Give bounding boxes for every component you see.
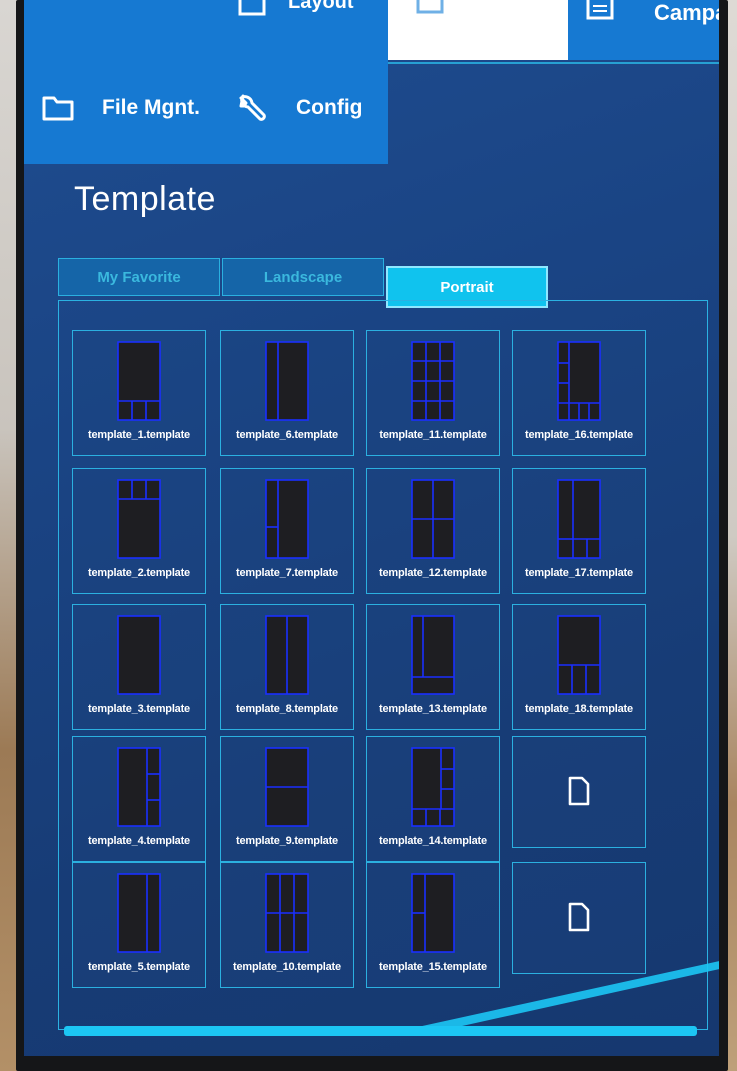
template-thumbnail: [411, 747, 455, 827]
template-thumbnail: [265, 341, 309, 421]
template-label: template_18.template: [525, 703, 633, 715]
template-tile[interactable]: template_18.template: [512, 604, 646, 730]
template-tile[interactable]: template_17.template: [512, 468, 646, 594]
nav-item-campaign[interactable]: Campaign: [568, 0, 719, 60]
template-thumbnail: [557, 341, 601, 421]
template-tile[interactable]: template_16.template: [512, 330, 646, 456]
new-template-tile[interactable]: [512, 862, 646, 974]
file-icon: [566, 901, 592, 933]
nav-label-config: Config: [296, 96, 363, 119]
template-label: template_11.template: [379, 429, 487, 441]
template-thumbnail: [265, 747, 309, 827]
template-thumbnail: [265, 873, 309, 953]
template-tile[interactable]: template_9.template: [220, 736, 354, 862]
template-label: template_9.template: [236, 835, 338, 847]
app-screen: Layout Campaign File Mgnt. Config Te: [24, 0, 719, 1056]
template-label: template_12.template: [379, 567, 487, 579]
template-thumbnail: [265, 479, 309, 559]
template-label: template_10.template: [233, 961, 341, 973]
template-tile[interactable]: template_15.template: [366, 862, 500, 988]
template-thumbnail: [411, 873, 455, 953]
nav-item-config[interactable]: Config: [208, 52, 388, 164]
template-label: template_4.template: [88, 835, 190, 847]
template-thumbnail: [117, 615, 161, 695]
template-thumbnail: [411, 615, 455, 695]
nav-item-file-mgnt[interactable]: File Mgnt.: [24, 52, 208, 164]
campaign-icon: [586, 0, 614, 20]
nav-item-layout[interactable]: Layout: [208, 0, 388, 60]
template-thumbnail: [411, 341, 455, 421]
template-tile[interactable]: template_14.template: [366, 736, 500, 862]
nav-label-layout: Layout: [288, 0, 354, 13]
template-thumbnail: [411, 479, 455, 559]
template-tile[interactable]: template_12.template: [366, 468, 500, 594]
template-tile[interactable]: template_7.template: [220, 468, 354, 594]
panel-accent-bar: [64, 1026, 697, 1036]
template-label: template_14.template: [379, 835, 487, 847]
template-label: template_17.template: [525, 567, 633, 579]
template-thumbnail: [265, 615, 309, 695]
template-tile[interactable]: template_1.template: [72, 330, 206, 456]
template-tile[interactable]: template_3.template: [72, 604, 206, 730]
top-nav: Layout Campaign: [24, 0, 719, 64]
template-label: template_13.template: [379, 703, 487, 715]
template-thumbnail: [557, 479, 601, 559]
template-tile[interactable]: template_2.template: [72, 468, 206, 594]
wrench-icon: [234, 94, 270, 122]
template-label: template_2.template: [88, 567, 190, 579]
nav-label-file-mgnt: File Mgnt.: [102, 96, 200, 119]
tab-landscape[interactable]: Landscape: [222, 258, 384, 296]
template-label: template_1.template: [88, 429, 190, 441]
nav-item-top-1[interactable]: [24, 0, 208, 60]
nav-item-top-3[interactable]: [388, 0, 568, 60]
template-thumbnail: [117, 747, 161, 827]
template-label: template_6.template: [236, 429, 338, 441]
template-tile[interactable]: template_4.template: [72, 736, 206, 862]
template-tile[interactable]: template_8.template: [220, 604, 354, 730]
template-label: template_3.template: [88, 703, 190, 715]
template-tile[interactable]: template_13.template: [366, 604, 500, 730]
tab-my-favorite[interactable]: My Favorite: [58, 258, 220, 296]
file-icon: [566, 775, 592, 807]
template-tile[interactable]: template_10.template: [220, 862, 354, 988]
blank-icon: [416, 0, 444, 14]
template-label: template_5.template: [88, 961, 190, 973]
template-label: template_16.template: [525, 429, 633, 441]
template-thumbnail: [117, 341, 161, 421]
template-label: template_7.template: [236, 567, 338, 579]
template-label: template_15.template: [379, 961, 487, 973]
template-label: template_8.template: [236, 703, 338, 715]
layout-icon: [238, 0, 266, 16]
template-tile[interactable]: template_6.template: [220, 330, 354, 456]
template-thumbnail: [117, 873, 161, 953]
page-title: Template: [74, 180, 216, 218]
template-thumbnail: [557, 615, 601, 695]
template-tile[interactable]: template_5.template: [72, 862, 206, 988]
new-template-tile[interactable]: [512, 736, 646, 848]
nav-label-campaign: Campaign: [654, 0, 719, 25]
folder-icon: [40, 94, 76, 122]
template-tile[interactable]: template_11.template: [366, 330, 500, 456]
template-thumbnail: [117, 479, 161, 559]
